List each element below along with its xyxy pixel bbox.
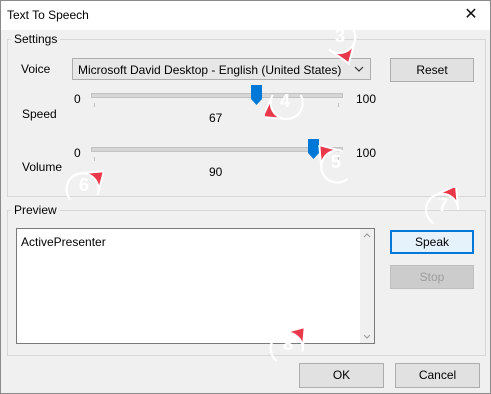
- callout-marker: 7: [423, 183, 463, 236]
- speed-min-label: 0: [74, 92, 81, 106]
- volume-min-label: 0: [74, 146, 81, 160]
- scroll-up-icon[interactable]: [363, 232, 371, 238]
- volume-value: 90: [209, 165, 223, 179]
- cancel-button[interactable]: Cancel: [395, 363, 480, 388]
- callout-marker: 3: [320, 19, 360, 67]
- callout-marker: 5: [316, 143, 356, 193]
- callout-number: 6: [78, 175, 89, 195]
- reset-button[interactable]: Reset: [390, 58, 474, 82]
- callout-number: 3: [334, 26, 345, 46]
- settings-group-label: Settings: [11, 32, 61, 46]
- volume-slider-track: [91, 147, 343, 152]
- preview-group-label: Preview: [11, 203, 60, 217]
- stop-button[interactable]: Stop: [390, 265, 474, 289]
- voice-label: Voice: [21, 62, 51, 76]
- callout-number: 8: [282, 334, 293, 354]
- preview-text-area[interactable]: ActivePresenter: [16, 228, 375, 344]
- volume-label: Volume: [22, 160, 63, 174]
- callout-number: 5: [330, 152, 341, 172]
- voice-select-value: Microsoft David Desktop - English (Unite…: [78, 63, 342, 77]
- ok-button[interactable]: OK: [299, 363, 384, 388]
- speed-slider-tick-max: [338, 103, 339, 107]
- preview-scrollbar[interactable]: [360, 229, 374, 343]
- callout-marker: 4: [260, 84, 305, 132]
- close-icon[interactable]: ✕: [458, 3, 484, 27]
- preview-text: ActivePresenter: [21, 235, 106, 249]
- callout-number: 4: [279, 91, 290, 111]
- volume-slider-tick-min: [94, 157, 95, 161]
- callout-marker: 6: [64, 168, 106, 216]
- speed-value: 67: [209, 111, 223, 125]
- scroll-down-icon[interactable]: [363, 334, 371, 340]
- callout-marker: 8: [268, 325, 308, 375]
- speed-slider-thumb[interactable]: [251, 85, 262, 105]
- speed-label: Speed: [22, 107, 57, 121]
- window-title: Text To Speech: [7, 8, 89, 22]
- title-bar: Text To Speech ✕: [1, 1, 490, 30]
- callout-number: 7: [437, 195, 448, 215]
- speed-slider-track: [91, 93, 343, 98]
- speed-slider-tick-min: [94, 103, 95, 107]
- volume-max-label: 100: [356, 146, 377, 160]
- speed-max-label: 100: [356, 92, 377, 106]
